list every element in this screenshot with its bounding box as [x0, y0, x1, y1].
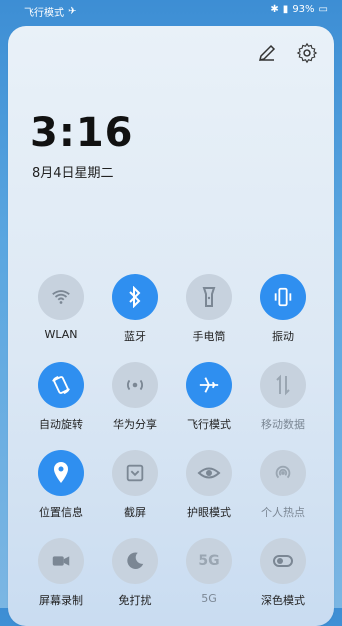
bluetooth-icon[interactable] — [112, 274, 158, 320]
airplane-icon[interactable] — [186, 362, 232, 408]
settings-icon[interactable] — [296, 42, 318, 64]
toggle-label: 5G — [201, 592, 217, 605]
toggle-tile-dark-mode[interactable]: 深色模式 — [246, 538, 320, 608]
edit-icon[interactable] — [256, 42, 278, 64]
toggle-label: 位置信息 — [39, 506, 83, 519]
moon-icon[interactable] — [112, 538, 158, 584]
clock-date: 8月4日星期二 — [32, 166, 114, 181]
status-bar: 飞行模式 ✈ ✱ ▮ 93% ▭ — [0, 0, 342, 22]
clock-time: 3:16 — [30, 110, 134, 156]
control-center-panel: 3:16 8月4日星期二 WLAN 蓝牙 手电筒 振动 自动旋转 华为分享 飞行… — [8, 26, 334, 626]
toggle-tile-eye-comfort[interactable]: 护眼模式 — [172, 450, 246, 520]
bluetooth-status-icon: ✱ — [270, 4, 279, 15]
toggle-label: 截屏 — [124, 506, 146, 519]
battery-icon: ▭ — [318, 4, 328, 15]
toggle-label: 免打扰 — [118, 594, 152, 607]
vibrate-icon[interactable] — [260, 274, 306, 320]
5g-icon[interactable]: 5G — [186, 538, 232, 584]
toggle-tile-location[interactable]: 位置信息 — [24, 450, 98, 520]
toggle-label: 蓝牙 — [124, 330, 146, 343]
toggle-label: 手电筒 — [192, 330, 226, 343]
toggle-label: 移动数据 — [261, 418, 305, 431]
hotspot-icon[interactable] — [260, 450, 306, 496]
toggle-tile-flashlight[interactable]: 手电筒 — [172, 274, 246, 344]
eye-icon[interactable] — [186, 450, 232, 496]
toggle-tile-airplane[interactable]: 飞行模式 — [172, 362, 246, 432]
quick-toggle-grid: WLAN 蓝牙 手电筒 振动 自动旋转 华为分享 飞行模式 移动数据 位置信息 … — [24, 274, 320, 608]
toggle-tile-bluetooth[interactable]: 蓝牙 — [98, 274, 172, 344]
toggle-label: 飞行模式 — [187, 418, 231, 431]
toggle-tile-dnd[interactable]: 免打扰 — [98, 538, 172, 608]
toggle-tile-huawei-share[interactable]: 华为分享 — [98, 362, 172, 432]
toggle-label: 华为分享 — [113, 418, 157, 431]
vibrate-status-icon: ▮ — [282, 4, 289, 15]
screenshot-icon[interactable] — [112, 450, 158, 496]
toggle-label: 深色模式 — [261, 594, 305, 607]
rotate-icon[interactable] — [38, 362, 84, 408]
5g-icon-text: 5G — [198, 553, 220, 569]
dark-mode-icon[interactable] — [260, 538, 306, 584]
toggle-tile-wlan[interactable]: WLAN — [24, 274, 98, 344]
wifi-icon[interactable] — [38, 274, 84, 320]
location-icon[interactable] — [38, 450, 84, 496]
toggle-label: WLAN — [44, 328, 78, 341]
toggle-label: 护眼模式 — [187, 506, 231, 519]
toggle-tile-mobile-data[interactable]: 移动数据 — [246, 362, 320, 432]
toggle-tile-auto-rotate[interactable]: 自动旋转 — [24, 362, 98, 432]
toggle-tile-screen-record[interactable]: 屏幕录制 — [24, 538, 98, 608]
data-icon[interactable] — [260, 362, 306, 408]
toggle-label: 屏幕录制 — [39, 594, 83, 607]
record-icon[interactable] — [38, 538, 84, 584]
toggle-label: 振动 — [272, 330, 294, 343]
toggle-label: 自动旋转 — [39, 418, 83, 431]
carrier-text: 飞行模式 — [24, 8, 64, 19]
toggle-tile-5g[interactable]: 5G 5G — [172, 538, 246, 608]
flashlight-icon[interactable] — [186, 274, 232, 320]
share-icon[interactable] — [112, 362, 158, 408]
battery-percentage: 93% — [292, 4, 315, 15]
airplane-status-icon: ✈ — [68, 6, 77, 17]
toggle-tile-screenshot[interactable]: 截屏 — [98, 450, 172, 520]
toggle-label: 个人热点 — [261, 506, 305, 519]
toggle-tile-hotspot[interactable]: 个人热点 — [246, 450, 320, 520]
toggle-tile-vibrate[interactable]: 振动 — [246, 274, 320, 344]
